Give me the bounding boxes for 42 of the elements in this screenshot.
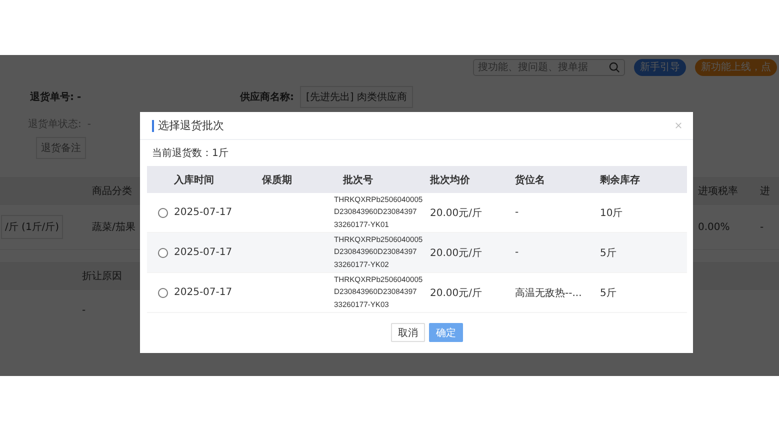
column-header: 剩余库存 — [599, 173, 641, 186]
field-value: [先进先出] 肉类供应商 — [300, 86, 413, 108]
confirm-button[interactable]: 确定 — [429, 323, 463, 342]
table-cell: 2025-07-17 — [174, 287, 232, 298]
return-quantity: 当前退货数：1斤 — [151, 146, 230, 161]
search-icon — [609, 62, 620, 72]
field-value: - — [77, 92, 82, 102]
column-header: 货位名 — [514, 174, 546, 186]
table-cell-text: - — [760, 222, 765, 232]
radio-button[interactable] — [158, 208, 168, 218]
top-bar-button[interactable]: 新手引导 — [634, 58, 686, 76]
dialog-title: 选择退货批次 — [152, 120, 224, 132]
column-header: 进项税率 — [698, 184, 739, 198]
table-cell: 5斤 — [600, 288, 616, 298]
column-header: 商品分类 — [92, 186, 132, 197]
radio-button[interactable] — [158, 288, 168, 298]
column-header: 进 — [760, 184, 771, 198]
column-header: 折让原因 — [81, 270, 122, 283]
cancel-button[interactable]: 取消 — [391, 323, 425, 342]
column-header: 批次均价 — [428, 174, 471, 186]
field-label: 供应商名称: — [240, 90, 294, 104]
top-bar-button[interactable]: 新功能上线，点 — [695, 58, 777, 76]
table-cell: 高温无敌热--... — [515, 288, 582, 298]
table-cell: 蔬菜/茄果 — [92, 222, 136, 233]
column-header: 保质期 — [262, 174, 293, 186]
table-cell: - — [515, 207, 519, 218]
table-cell: 5斤 — [600, 248, 616, 258]
table-cell: 2025-07-17 — [174, 247, 232, 258]
table-cell: 20.00元/斤 — [430, 248, 482, 258]
table-cell: 2025-07-17 — [174, 207, 232, 218]
table-cell-text: 0.00% — [698, 222, 731, 232]
column-header: 入库时间 — [173, 173, 215, 186]
table-cell-text: - — [81, 304, 86, 316]
field-label: 退货单号: — [30, 90, 74, 104]
unit-field[interactable]: /斤 (1斤/斤) — [1, 215, 64, 239]
table-cell: 20.00元/斤 — [430, 208, 482, 218]
table-cell: - — [515, 247, 519, 258]
column-header: 批次号 — [342, 174, 374, 186]
radio-button[interactable] — [158, 248, 168, 258]
table-cell: 10斤 — [600, 208, 623, 218]
field-value: - — [87, 118, 91, 130]
table-cell: 20.00元/斤 — [430, 288, 482, 298]
